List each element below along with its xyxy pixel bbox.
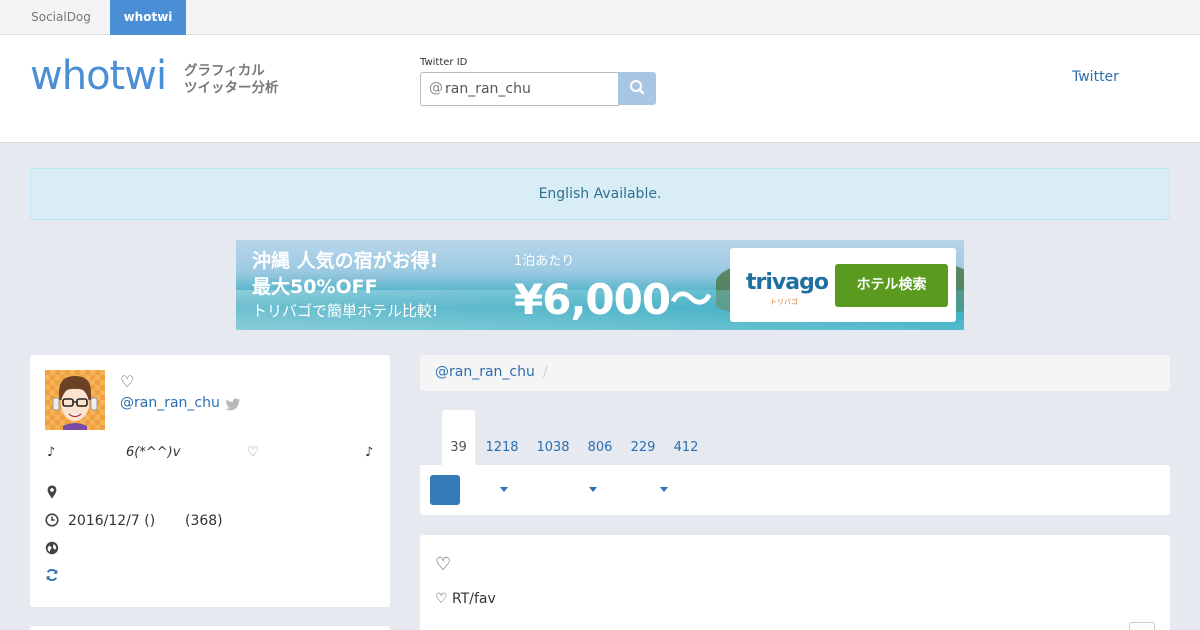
panel-title-heart: ♡	[435, 554, 452, 575]
tab-count-2[interactable]: 1218	[482, 410, 522, 465]
tab-socialdog[interactable]: SocialDog	[16, 0, 106, 35]
dropdown-caret-icon[interactable]	[500, 487, 508, 492]
tagline: グラフィカル ツイッター分析	[184, 63, 279, 97]
breadcrumb-handle[interactable]: @ran_ran_chu	[435, 364, 535, 380]
clock-icon	[45, 513, 59, 527]
trivago-logo: trivago	[746, 270, 829, 295]
search-icon	[630, 80, 645, 95]
dropdown-caret-icon[interactable]	[660, 487, 668, 492]
whotwi-logo[interactable]: whotwi	[30, 53, 167, 99]
bio-emoticon: 6(*^^)v	[126, 445, 181, 460]
tab-count-5[interactable]: 229	[628, 410, 658, 465]
profile-handle[interactable]: @ran_ran_chu	[120, 395, 220, 411]
rt-fav-label: ♡ RT/fav	[435, 591, 496, 607]
banner-brand-box: trivago トリバゴ ホテル検索	[730, 248, 956, 322]
refresh-icon[interactable]	[45, 568, 59, 582]
account-age-days: (368)	[185, 513, 223, 529]
dropdown-caret-icon[interactable]	[589, 487, 597, 492]
breadcrumb-separator: /	[543, 364, 548, 380]
tab-count-6[interactable]: 412	[671, 410, 701, 465]
tagline-line-2: ツイッター分析	[184, 80, 279, 96]
breadcrumb: @ran_ran_chu /	[420, 355, 1170, 391]
tab-count-3[interactable]: 1038	[533, 410, 573, 465]
banner-subline: トリバゴで簡単ホテル比較!	[252, 302, 439, 320]
profile-card: ♡ @ran_ran_chu ♪ 6(*^^)v ♡ ♪ 2016/12/7 (…	[30, 355, 390, 607]
twitter-link[interactable]: Twitter	[1072, 69, 1119, 85]
bio-note-2: ♪	[365, 445, 374, 460]
ad-banner[interactable]: 沖縄 人気の宿がお得! 最大50%OFF トリバゴで簡単ホテル比較! 1泊あたり…	[236, 240, 964, 330]
at-prefix: @	[429, 80, 443, 96]
banner-price: ¥6,000〜	[514, 275, 712, 324]
toolbar-button[interactable]	[430, 475, 460, 505]
stats-tabs: 39 1218 1038 806 229 412	[420, 410, 1170, 465]
content-panel: ♡ ♡ RT/fav	[420, 535, 1170, 630]
globe-icon	[45, 541, 59, 555]
avatar-face-icon	[52, 376, 98, 430]
panel-checkbox[interactable]	[1129, 622, 1155, 630]
service-topbar: SocialDog whotwi	[0, 0, 1200, 35]
hotel-search-button[interactable]: ホテル検索	[835, 264, 948, 307]
tab-whotwi[interactable]: whotwi	[110, 0, 186, 35]
banner-headline: 沖縄 人気の宿がお得!	[252, 250, 439, 272]
twitter-id-input[interactable]	[420, 72, 619, 106]
tab-count-4[interactable]: 806	[585, 410, 615, 465]
tagline-line-1: グラフィカル	[184, 63, 265, 79]
account-created-date: 2016/12/7 ()	[68, 513, 156, 529]
english-available-alert[interactable]: English Available.	[30, 168, 1170, 220]
twitter-id-label: Twitter ID	[420, 57, 468, 68]
banner-discount: 最大50%OFF	[252, 276, 378, 298]
twitter-bird-icon[interactable]	[225, 398, 241, 412]
search-button[interactable]	[618, 72, 656, 105]
avatar[interactable]	[45, 370, 105, 430]
profile-name: ♡	[120, 372, 135, 391]
bio-note-1: ♪	[47, 445, 56, 460]
secondary-card	[30, 626, 390, 630]
bio-heart: ♡	[247, 445, 259, 460]
site-header: whotwi グラフィカル ツイッター分析 Twitter ID @ Twitt…	[0, 35, 1200, 143]
tab-count-1[interactable]: 39	[442, 410, 475, 465]
tab-toolbar	[420, 465, 1170, 515]
trivago-logo-sub: トリバゴ	[770, 298, 798, 306]
alert-text[interactable]: English Available.	[539, 186, 662, 202]
location-icon	[47, 485, 57, 499]
